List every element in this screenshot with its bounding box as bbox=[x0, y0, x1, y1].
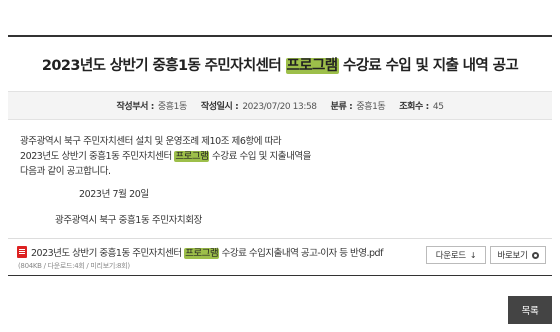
meta-category: 분류 : 중흥1동 bbox=[331, 99, 386, 112]
list-button[interactable]: 목록 bbox=[508, 296, 552, 324]
download-button[interactable]: 다운로드 ↓ bbox=[426, 246, 486, 264]
file-name-text: 2023년도 상반기 중흥1동 주민자치센터 bbox=[31, 248, 185, 259]
attachment-file-name[interactable]: 2023년도 상반기 중흥1동 주민자치센터 프로그램 수강료 수입지출내역 공… bbox=[31, 245, 383, 259]
eye-icon bbox=[531, 251, 539, 259]
meta-date-label: 작성일시 : bbox=[200, 102, 239, 112]
body-line-2: 2023년도 상반기 중흥1동 주민자치센터 프로그램 수강료 수입 및 지출내… bbox=[20, 149, 311, 164]
notice-date: 2023년 7월 20일 bbox=[79, 189, 149, 200]
post-title: 2023년도 상반기 중흥1동 주민자치센터 프로그램 수강료 수입 및 지출 … bbox=[41, 54, 519, 75]
post-body: 광주광역시 북구 주민자치센터 설치 및 운영조례 제10조 제6항에 따라 2… bbox=[20, 134, 311, 179]
meta-author-label: 작성부서 : bbox=[116, 102, 154, 112]
body-line-2-text-end: 수강료 수입 및 지출내역을 bbox=[209, 151, 311, 162]
meta-author-value: 중흥1동 bbox=[157, 102, 187, 112]
pdf-icon bbox=[17, 246, 27, 258]
download-label: 다운로드 bbox=[435, 251, 466, 261]
meta-date-value: 2023/07/20 13:58 bbox=[242, 102, 317, 112]
meta-views-value: 45 bbox=[432, 102, 444, 112]
notice-signature: 광주광역시 북구 중흥1동 주민자치회장 bbox=[55, 215, 202, 226]
file-name-highlight: 프로그램 bbox=[184, 248, 220, 259]
attachment-info: (804KB / 다운로드:4회 / 미리보기:8회) bbox=[18, 262, 130, 270]
attachment-row: 2023년도 상반기 중흥1동 주민자치센터 프로그램 수강료 수입지출내역 공… bbox=[8, 238, 552, 276]
meta-author: 작성부서 : 중흥1동 bbox=[116, 99, 187, 112]
meta-date: 작성일시 :2023/07/20 13:58 bbox=[201, 99, 317, 112]
title-highlight: 프로그램 bbox=[285, 57, 339, 74]
meta-category-value: 중흥1동 bbox=[356, 102, 386, 112]
body-line-2-text: 2023년도 상반기 중흥1동 주민자치센터 bbox=[20, 151, 175, 162]
meta-views: 조회수 :45 bbox=[399, 99, 444, 112]
body-highlight: 프로그램 bbox=[174, 151, 210, 162]
preview-label: 바로보기 bbox=[497, 251, 528, 261]
title-text: 2023년도 상반기 중흥1동 주민자치센터 bbox=[41, 57, 286, 74]
title-text-end: 수강료 수입 및 지출 내역 공고 bbox=[338, 57, 519, 74]
file-name-text-end: 수강료 수입지출내역 공고-이자 등 반영.pdf bbox=[219, 248, 384, 259]
body-line-1: 광주광역시 북구 주민자치센터 설치 및 운영조례 제10조 제6항에 따라 bbox=[20, 136, 282, 147]
meta-category-label: 분류 : bbox=[330, 102, 353, 112]
body-line-3: 다음과 같이 공고합니다. bbox=[20, 166, 111, 177]
meta-views-label: 조회수 : bbox=[399, 102, 429, 112]
preview-button[interactable]: 바로보기 bbox=[490, 246, 546, 264]
post-meta-bar: 작성부서 : 중흥1동 작성일시 :2023/07/20 13:58 분류 : 중흥… bbox=[8, 91, 552, 120]
post-title-box: 2023년도 상반기 중흥1동 주민자치센터 프로그램 수강료 수입 및 지출 … bbox=[8, 35, 552, 91]
download-arrow-icon: ↓ bbox=[469, 250, 477, 260]
